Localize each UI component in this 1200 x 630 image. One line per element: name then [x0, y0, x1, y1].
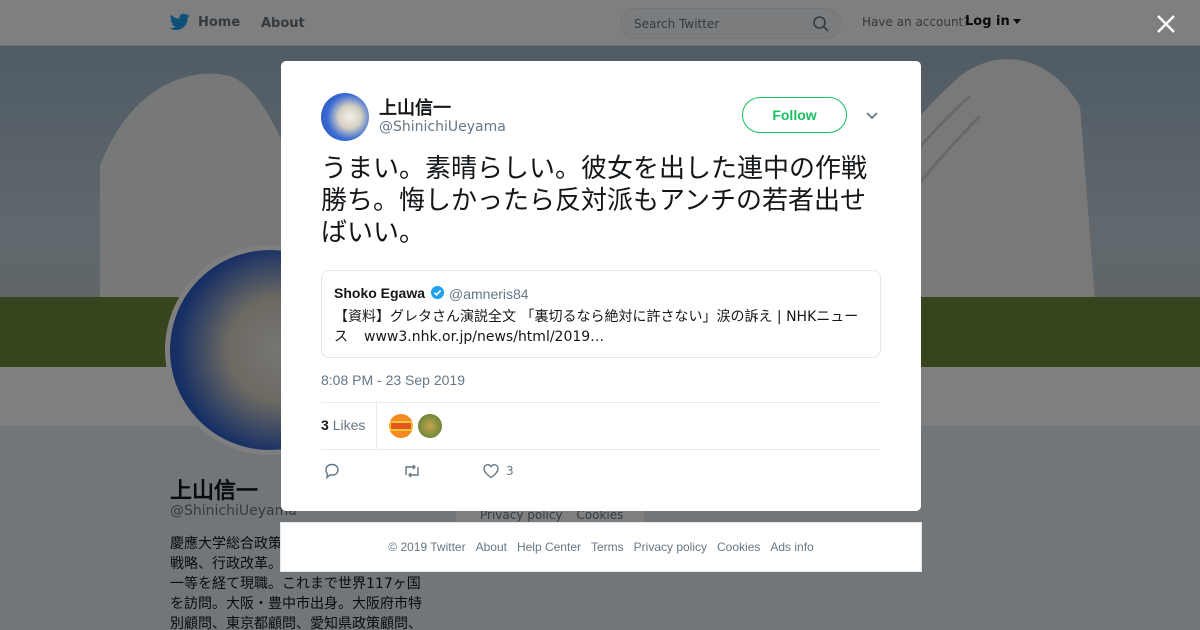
verified-badge-icon [430, 285, 445, 300]
like-count: 3 [506, 464, 514, 478]
footer-link-privacy[interactable]: Privacy policy [634, 540, 707, 554]
liker-avatar[interactable] [418, 414, 442, 438]
footer-link-about[interactable]: About [476, 540, 507, 554]
chevron-down-icon[interactable] [864, 107, 880, 123]
follow-button[interactable]: Follow [742, 97, 847, 133]
reply-icon [325, 463, 339, 480]
modal-footer: © 2019 Twitter About Help Center Terms P… [280, 522, 922, 572]
like-button[interactable]: 3 [482, 461, 514, 481]
tweet-modal: 上山信一 @ShinichiUeyama Follow うまい。素晴らしい。彼女… [281, 61, 921, 511]
footer-link-cookies[interactable]: Cookies [717, 540, 760, 554]
likes-count: 3 [321, 417, 329, 433]
divider [321, 449, 881, 450]
divider [376, 402, 377, 449]
retweet-button[interactable] [402, 461, 428, 481]
heart-icon [483, 463, 499, 479]
quoted-tweet-text: 【資料】グレタさん演説全文 「裏切るなら絶対に許さない」涙の訴え | NHKニュ… [334, 307, 864, 347]
footer-link-terms[interactable]: Terms [591, 540, 624, 554]
quoted-link[interactable]: www3.nhk.or.jp/news/html/2019… [364, 329, 604, 345]
footer-link-help-center[interactable]: Help Center [517, 540, 581, 554]
close-icon[interactable] [1152, 10, 1180, 38]
likes-stat[interactable]: 3 Likes [321, 417, 365, 433]
liker-avatar[interactable] [389, 414, 413, 438]
quoted-tweet[interactable]: Shoko Egawa @amneris84 【資料】グレタさん演説全文 「裏切… [321, 270, 881, 358]
reply-button[interactable] [323, 461, 347, 481]
author-avatar[interactable] [321, 93, 369, 141]
footer-link-ads-info[interactable]: Ads info [770, 540, 813, 554]
quoted-author-name: Shoko Egawa [334, 285, 426, 301]
author-handle[interactable]: @ShinichiUeyama [379, 119, 506, 135]
author-name[interactable]: 上山信一 [379, 94, 451, 120]
tweet-timestamp[interactable]: 8:08 PM - 23 Sep 2019 [321, 372, 465, 388]
quoted-author-handle: @amneris84 [449, 286, 529, 302]
retweet-icon [405, 464, 419, 478]
likes-label: Likes [332, 417, 366, 433]
tweet-text: うまい。素晴らしい。彼女を出した連中の作戦勝ち。悔しかったら反対派もアンチの若者… [321, 154, 868, 248]
divider [321, 402, 881, 403]
liker-avatar-graphic [389, 421, 413, 431]
copyright-text: © 2019 Twitter [388, 540, 466, 554]
